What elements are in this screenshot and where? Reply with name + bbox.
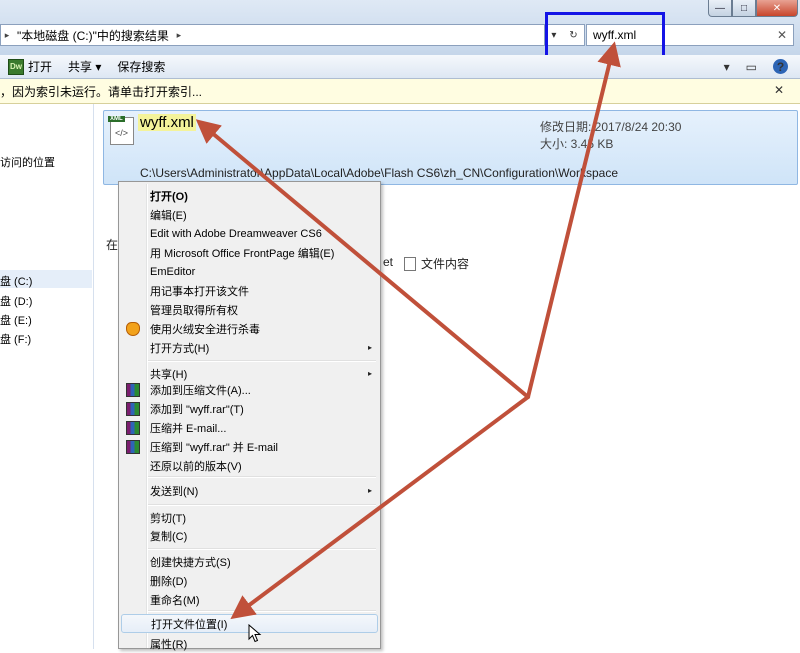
menu-item[interactable]: 剪切(T) (121, 508, 378, 527)
menu-item[interactable]: 压缩并 E-mail... (121, 418, 378, 437)
menu-item[interactable]: 用 Microsoft Office FrontPage 编辑(E) (121, 243, 378, 262)
menu-item-label: 用记事本打开该文件 (150, 285, 249, 298)
nav-item-drive-f[interactable]: 盘 (F:) (0, 331, 31, 347)
index-info-bar[interactable]: ，因为索引未运行。请单击打开索引... ✕ (0, 79, 800, 104)
search-again-prefix: 在 (106, 238, 119, 252)
menu-item[interactable]: EmEditor (121, 262, 378, 281)
breadcrumb-arrow-icon[interactable]: ▸ (173, 30, 185, 41)
menu-item-label: 用 Microsoft Office FrontPage 编辑(E) (150, 247, 335, 260)
menu-item-label: 添加到压缩文件(A)... (150, 384, 251, 397)
menu-separator (148, 476, 376, 478)
command-toolbar: Dw 打开 共享 ▾ 保存搜索 ▾ ▭ ? (0, 55, 800, 79)
menu-item-label: 打开(O) (150, 190, 188, 203)
preview-pane-icon[interactable]: ▭ (746, 60, 757, 74)
document-icon (404, 256, 416, 271)
view-options-icon[interactable]: ▾ (724, 60, 730, 74)
shield-icon (126, 321, 140, 336)
menu-item[interactable]: 删除(D) (121, 571, 378, 590)
minimize-button[interactable]: — (708, 0, 732, 17)
mouse-cursor-icon (248, 624, 262, 643)
window-controls: — □ ✕ (708, 0, 798, 17)
menu-separator (148, 360, 376, 362)
menu-item-label: 打开方式(H) (150, 342, 210, 355)
menu-item[interactable]: 还原以前的版本(V) (121, 456, 378, 475)
arrow-to-search-box (526, 41, 621, 399)
result-path: C:\Users\Administrator\AppData\Local\Ado… (140, 166, 618, 180)
menu-item-label: 添加到 "wyff.rar"(T) (150, 403, 244, 416)
result-filename[interactable]: wyff.xml (138, 114, 196, 131)
info-bar-close-icon[interactable]: ✕ (774, 83, 784, 97)
maximize-button[interactable]: □ (732, 0, 756, 17)
open-button[interactable]: Dw 打开 (0, 58, 60, 75)
nav-item-drive-c[interactable]: 盘 (C:) (0, 273, 32, 289)
menu-item[interactable]: 添加到 "wyff.rar"(T) (121, 399, 378, 418)
submenu-arrow-icon: ▸ (367, 369, 372, 378)
menu-separator (148, 504, 376, 506)
breadcrumb-arrow-icon[interactable]: ▸ (1, 30, 13, 41)
menu-item[interactable]: 创建快捷方式(S) (121, 552, 378, 571)
winrar-icon (126, 439, 140, 454)
nav-item-drive-d[interactable]: 盘 (D:) (0, 293, 32, 309)
menu-item[interactable]: 添加到压缩文件(A)... (121, 380, 378, 399)
address-bar[interactable]: ▸ "本地磁盘 (C:)"中的搜索结果 ▸ (0, 24, 545, 46)
clear-search-icon[interactable]: ✕ (777, 28, 787, 42)
help-icon[interactable]: ? (773, 59, 788, 74)
xml-tag: XML (108, 116, 125, 122)
submenu-arrow-icon: ▸ (367, 343, 372, 352)
menu-item-label: 剪切(T) (150, 512, 187, 525)
menu-item-label: 压缩到 "wyff.rar" 并 E-mail (150, 441, 279, 454)
menu-item-label: EmEditor (150, 265, 196, 278)
menu-item[interactable]: 打开(O) (121, 186, 378, 205)
menu-separator (148, 610, 376, 612)
nav-item-drive-e[interactable]: 盘 (E:) (0, 312, 32, 328)
menu-item[interactable]: 打开方式(H) ▸ (121, 338, 378, 357)
nav-item-recent-places[interactable]: 访问的位置 (0, 154, 55, 170)
close-button[interactable]: ✕ (756, 0, 798, 17)
file-content-label: 文件内容 (421, 257, 470, 271)
menu-item-label: 管理员取得所有权 (150, 304, 238, 317)
open-label: 打开 (28, 60, 53, 74)
breadcrumb-search-results[interactable]: "本地磁盘 (C:)"中的搜索结果 (13, 27, 173, 44)
menu-item-label: 压缩并 E-mail... (150, 422, 227, 435)
result-modified-date: 修改日期: 2017/8/24 20:30 (540, 120, 682, 134)
menu-item[interactable]: 用记事本打开该文件 (121, 281, 378, 300)
menu-item-label: 使用火绒安全进行杀毒 (150, 323, 260, 336)
xml-file-icon: XML </> (108, 116, 134, 145)
dreamweaver-icon: Dw (8, 58, 24, 75)
menu-item-label: 发送到(N) (150, 485, 199, 498)
menu-item[interactable]: 管理员取得所有权 (121, 300, 378, 319)
menu-separator (148, 548, 376, 550)
xml-code-glyph: </> (115, 128, 129, 138)
info-bar-text: ，因为索引未运行。请单击打开索引... (0, 84, 203, 99)
menu-item[interactable]: 发送到(N) ▸ (121, 481, 378, 500)
winrar-icon (126, 382, 140, 397)
menu-item-label: 复制(C) (150, 530, 188, 543)
highlight-box-annotation (545, 12, 665, 59)
menu-item-label: 重命名(M) (150, 594, 200, 607)
save-search-button[interactable]: 保存搜索 (109, 58, 173, 75)
context-menu: 打开(O) 编辑(E) Edit with Adobe Dreamweaver CS… (118, 181, 381, 651)
submenu-arrow-icon: ▸ (367, 486, 372, 495)
menu-item[interactable]: 使用火绒安全进行杀毒 (121, 319, 378, 338)
navigation-pane (0, 104, 94, 649)
menu-item-label: 打开文件位置(I) (151, 618, 228, 631)
menu-item-label: 属性(R) (150, 638, 188, 651)
menu-item[interactable]: 复制(C) (121, 526, 378, 545)
menu-item-label: 创建快捷方式(S) (150, 556, 231, 569)
menu-item-label: 删除(D) (150, 575, 188, 588)
menu-item-label: 还原以前的版本(V) (150, 460, 242, 473)
menu-item[interactable]: 压缩到 "wyff.rar" 并 E-mail (121, 437, 378, 456)
menu-item-label: 编辑(E) (150, 209, 187, 222)
search-again-internet[interactable]: et (383, 255, 393, 269)
search-file-content[interactable]: 文件内容 (404, 255, 469, 272)
share-button[interactable]: 共享 ▾ (60, 58, 109, 75)
menu-item[interactable]: 重命名(M) (121, 590, 378, 609)
result-size: 大小: 3.45 KB (540, 137, 614, 151)
menu-item[interactable]: Edit with Adobe Dreamweaver CS6 (121, 224, 378, 243)
menu-item-label: Edit with Adobe Dreamweaver CS6 (150, 227, 322, 240)
menu-item[interactable]: 编辑(E) (121, 205, 378, 224)
winrar-icon (126, 420, 140, 435)
winrar-icon (126, 401, 140, 416)
